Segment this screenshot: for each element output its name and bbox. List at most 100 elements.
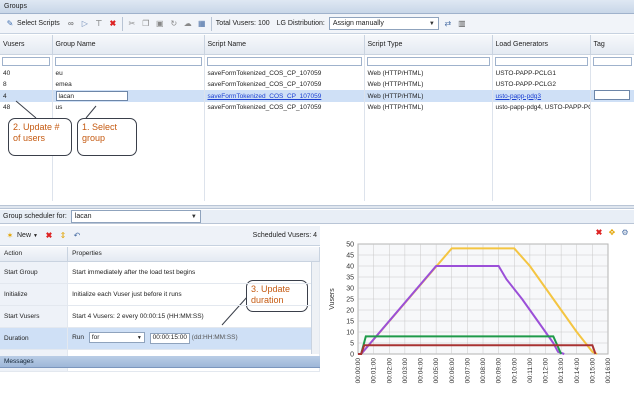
group-name-cell[interactable]: eu: [52, 68, 205, 79]
group-name-edit[interactable]: lacan: [55, 91, 128, 101]
load-generators-cell[interactable]: USTO-PAPP-PCLG1: [492, 68, 591, 79]
x-tick-label: 00:07:00: [464, 358, 471, 384]
column-header[interactable]: Vusers: [0, 35, 53, 55]
star-icon: ✶: [6, 230, 14, 240]
vusers-cell[interactable]: 8: [0, 79, 53, 90]
action-properties[interactable]: Start immediately after the load test be…: [67, 261, 320, 284]
filter-row: [0, 54, 634, 68]
group-name-cell[interactable]: us: [52, 102, 205, 113]
groups-toolbar: ✎ Select Scripts ∞ ▷ ⊤ ✖ ✂ ❐ ▣ ↻ ☁ ▦ Tot…: [0, 14, 634, 34]
vusers-cell[interactable]: 4: [0, 90, 53, 102]
script-type-cell[interactable]: Web (HTTP/HTML): [364, 90, 493, 102]
table-row[interactable]: 8 emea saveFormTokenized_COS_CP_107059 W…: [0, 79, 634, 90]
select-scripts-label: Select Scripts: [17, 20, 60, 27]
splitter[interactable]: [0, 205, 634, 209]
script-type-cell[interactable]: Web (HTTP/HTML): [364, 68, 493, 79]
filter-input[interactable]: [2, 56, 50, 66]
tag-cell[interactable]: [590, 90, 634, 102]
scheduler-group-select[interactable]: lacan ▼: [70, 210, 201, 223]
filter-cell: [492, 54, 591, 68]
actions-scrollbar[interactable]: [311, 262, 319, 354]
load-generators-cell[interactable]: USTO-PAPP-PCLG2: [492, 79, 591, 90]
action-name[interactable]: Initialize: [0, 283, 69, 306]
cloud-icon[interactable]: ☁: [183, 19, 193, 29]
tag-cell[interactable]: [590, 102, 634, 113]
filter-input[interactable]: [206, 56, 362, 66]
load-generator-link[interactable]: usto-papp-pdg3: [496, 93, 542, 100]
script-name-cell[interactable]: saveFormTokenized_COS_CP_107059: [204, 102, 365, 113]
column-header[interactable]: Action: [0, 247, 69, 262]
load-generators-cell[interactable]: usto-papp-pdg3: [492, 90, 591, 102]
play-script-icon[interactable]: ▷: [80, 19, 90, 29]
action-row[interactable]: Start Group Start immediately after the …: [0, 261, 320, 284]
action-row[interactable]: Start Vusers Start 4 Vusers: 2 every 00:…: [0, 305, 320, 328]
script-name-cell[interactable]: saveFormTokenized_COS_CP_107059: [204, 90, 365, 102]
filter-input[interactable]: [366, 56, 490, 66]
move-up-icon[interactable]: ⇕: [58, 231, 68, 241]
tag-cell[interactable]: [590, 79, 634, 90]
duration-properties[interactable]: Run for ▼ 00:00:15:00 (dd:HH:MM:SS): [67, 327, 320, 350]
move-icon[interactable]: ✥: [607, 228, 617, 238]
assign-lg-icon[interactable]: ⇄: [443, 19, 453, 29]
table-row[interactable]: 40 eu saveFormTokenized_COS_CP_107059 We…: [0, 68, 634, 79]
column-header[interactable]: Group Name: [52, 35, 205, 55]
delete-icon[interactable]: ✖: [44, 231, 54, 241]
x-tick-label: 00:12:00: [543, 358, 550, 384]
script-type-cell[interactable]: Web (HTTP/HTML): [364, 102, 493, 113]
column-header[interactable]: Script Name: [204, 35, 365, 55]
tag-edit[interactable]: [593, 90, 630, 100]
script-name-link[interactable]: saveFormTokenized_COS_CP_107059: [208, 93, 322, 100]
filter-input[interactable]: [54, 56, 202, 66]
action-row[interactable]: Initialize Initialize each Vuser just be…: [0, 283, 320, 306]
action-properties[interactable]: Initialize each Vuser just before it run…: [67, 283, 320, 306]
action-name[interactable]: Start Vusers: [0, 305, 69, 328]
vusers-cell[interactable]: 40: [0, 68, 53, 79]
settings-icon[interactable]: ⚙: [620, 228, 630, 238]
tag-cell[interactable]: [590, 68, 634, 79]
script-name-cell[interactable]: saveFormTokenized_COS_CP_107059: [204, 79, 365, 90]
filter-input[interactable]: [592, 56, 632, 66]
script-name-cell[interactable]: saveFormTokenized_COS_CP_107059: [204, 68, 365, 79]
x-tick-label: 00:13:00: [558, 358, 565, 384]
action-name[interactable]: Start Group: [0, 261, 69, 284]
grid-icon[interactable]: ▥: [457, 19, 467, 29]
delete-icon[interactable]: ✖: [594, 228, 604, 238]
table-row-selected[interactable]: 4 lacan saveFormTokenized_COS_CP_107059 …: [0, 90, 634, 102]
vusers-cell[interactable]: 48: [0, 102, 53, 113]
run-mode-select[interactable]: for ▼: [88, 332, 145, 343]
action-row-selected[interactable]: Duration Run for ▼ 00:00:15:00 (dd:HH:MM…: [0, 327, 320, 350]
delete-icon[interactable]: ✖: [108, 19, 118, 29]
x-tick-label: 00:03:00: [402, 358, 409, 384]
script-type-cell[interactable]: Web (HTTP/HTML): [364, 79, 493, 90]
undo-icon[interactable]: ↶: [72, 231, 82, 241]
load-generators-cell[interactable]: usto-papp-pdg4, USTO-PAPP-PCLG5: [492, 102, 591, 113]
paste-icon[interactable]: ▣: [155, 19, 165, 29]
select-scripts-button[interactable]: ✎ Select Scripts: [3, 16, 62, 32]
cut-icon[interactable]: ✂: [127, 19, 137, 29]
y-tick-label: 45: [346, 253, 354, 260]
y-tick-label: 50: [346, 242, 354, 249]
copy-icon[interactable]: ❐: [141, 19, 151, 29]
duration-format: (dd:HH:MM:SS): [191, 334, 238, 341]
glasses-icon[interactable]: ∞: [66, 19, 76, 29]
filter-input[interactable]: [494, 56, 588, 66]
x-tick-label: 00:04:00: [418, 358, 425, 384]
column-header[interactable]: Script Type: [364, 35, 493, 55]
action-properties[interactable]: Start 4 Vusers: 2 every 00:00:15 (HH:MM:…: [67, 305, 320, 328]
refresh-icon[interactable]: ↻: [169, 19, 179, 29]
column-header[interactable]: Properties: [67, 247, 320, 262]
group-name-cell[interactable]: emea: [52, 79, 205, 90]
messages-bar[interactable]: Messages: [0, 356, 320, 368]
x-tick-label: 00:06:00: [449, 358, 456, 384]
toolbar-separator: [121, 16, 123, 31]
filter-icon[interactable]: ⊤: [94, 19, 104, 29]
column-header[interactable]: Tag: [590, 35, 634, 55]
new-action-button[interactable]: ✶ New ▼: [3, 228, 40, 244]
group-name-cell[interactable]: lacan: [52, 90, 205, 102]
monitor-icon[interactable]: ▦: [197, 19, 207, 29]
action-name[interactable]: Duration: [0, 327, 69, 350]
column-header[interactable]: Load Generators: [492, 35, 591, 55]
table-row[interactable]: 48 us saveFormTokenized_COS_CP_107059 We…: [0, 102, 634, 113]
lg-distribution-select[interactable]: Assign manually ▼: [328, 17, 439, 30]
duration-time-input[interactable]: 00:00:15:00: [149, 333, 190, 344]
